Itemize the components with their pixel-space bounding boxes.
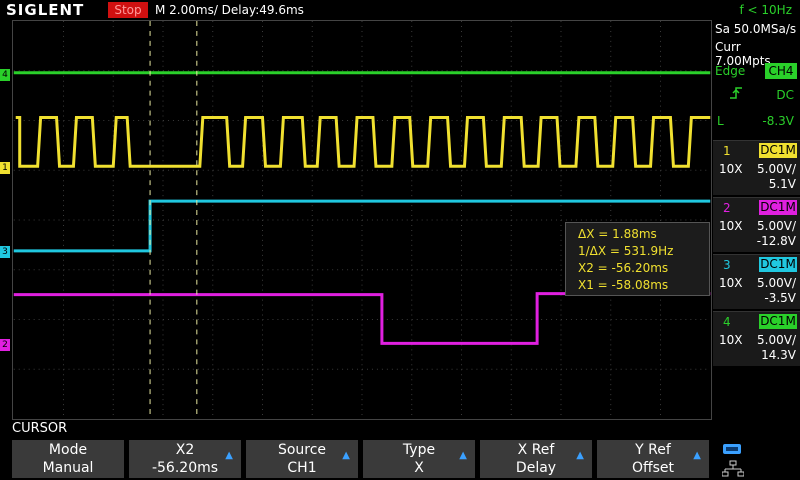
status-icons [718,440,798,480]
trigger-level: -8.3V [762,114,794,128]
up-arrow-icon: ▲ [693,450,701,461]
softkey-label: Y Ref [635,442,671,458]
channel-number: 3 [723,258,731,272]
softkey-x2[interactable]: X2 -56.20ms ▲ [129,440,243,478]
trigger-type: Edge [715,64,746,78]
softkey-bar: Mode Manual X2 -56.20ms ▲ Source CH1 ▲ T… [12,440,712,480]
delta-x-readout: ΔX = 1.88ms [578,227,657,241]
channel-scale: 5.00V/ [757,333,796,347]
softkey-value: Offset [631,460,675,476]
channel-coupling-badge: DC1M [759,257,797,272]
menu-title: CURSOR [12,421,68,436]
softkey-value: CH1 [287,460,317,476]
up-arrow-icon: ▲ [576,450,584,461]
ch1-marker[interactable]: 1 [0,162,10,174]
channel-probe: 10X [719,333,743,347]
trigger-source-badge[interactable]: CH4 [765,63,797,79]
softkey-label: Mode [48,442,88,458]
ch2-waveform [13,292,711,345]
softkey-source[interactable]: Source CH1 ▲ [246,440,360,478]
x1-readout: X1 = -58.08ms [578,278,669,292]
x2-readout: X2 = -56.20ms [578,261,669,275]
waveform-display[interactable] [12,20,712,420]
channel-probe: 10X [719,219,743,233]
channel-scale: 5.00V/ [757,276,796,290]
softkey-value: Manual [42,460,94,476]
brand-logo: SIGLENT [6,1,85,19]
inverse-delta-x-readout: 1/ΔX = 531.9Hz [578,244,674,258]
softkey-label: Source [277,442,327,458]
softkey-label: Type [402,442,436,458]
softkey-value: X [414,460,424,476]
channel-3-info[interactable]: 3 DC1M 10X 5.00V/ -3.5V [713,254,800,309]
ch2-marker[interactable]: 2 [0,339,10,351]
softkey-value: Delay [515,460,557,476]
cursor-readout-box: ΔX = 1.88ms 1/ΔX = 531.9Hz X2 = -56.20ms… [565,222,710,296]
softkey-label: X Ref [517,442,555,458]
network-icon [722,460,744,477]
top-status-bar: SIGLENT Stop M 2.00ms/ Delay:49.6ms f < … [0,0,800,20]
channel-number: 4 [723,315,731,329]
softkey-x-ref[interactable]: X Ref Delay ▲ [480,440,594,478]
trigger-coupling: DC [776,88,794,102]
trigger-level-label: L [717,114,724,128]
softkey-mode[interactable]: Mode Manual [12,440,126,478]
channel-offset: 14.3V [761,348,796,362]
ch4-marker[interactable]: 4 [0,69,10,81]
channel-scale: 5.00V/ [757,162,796,176]
channel-coupling-badge: DC1M [759,200,797,215]
frequency-counter: f < 10Hz [739,3,793,17]
ch1-waveform [15,116,711,168]
channel-offset: 5.1V [768,177,796,191]
channel-scale: 5.00V/ [757,219,796,233]
channel-offset: -3.5V [764,291,796,305]
channel-2-info[interactable]: 2 DC1M 10X 5.00V/ -12.8V [713,197,800,252]
graticule [13,21,711,419]
run-state-badge[interactable]: Stop [108,2,148,18]
up-arrow-icon: ▲ [225,450,233,461]
softkey-type[interactable]: Type X ▲ [363,440,477,478]
softkey-label: X2 [175,442,195,458]
up-arrow-icon: ▲ [342,450,350,461]
channel-number: 2 [723,201,731,215]
softkey-y-ref[interactable]: Y Ref Offset ▲ [597,440,711,478]
channel-1-info[interactable]: 1 DC1M 10X 5.00V/ 5.1V [713,140,800,195]
channel-probe: 10X [719,162,743,176]
sample-rate: Sa 50.0MSa/s [715,22,797,36]
channel-4-info[interactable]: 4 DC1M 10X 5.00V/ 14.3V [713,311,800,366]
channel-probe: 10X [719,276,743,290]
usb-icon [723,444,741,454]
softkey-value: -56.20ms [151,460,219,476]
up-arrow-icon: ▲ [459,450,467,461]
channel-coupling-badge: DC1M [759,314,797,329]
channel-coupling-badge: DC1M [759,143,797,158]
timebase-readout: M 2.00ms/ Delay:49.6ms [155,3,304,17]
right-info-panel: Sa 50.0MSa/s Curr 7.00Mpts Edge CH4 DC L… [713,20,800,420]
rising-edge-icon [730,87,742,99]
channel-offset: -12.8V [756,234,796,248]
channel-number: 1 [723,144,731,158]
ch3-marker[interactable]: 3 [0,246,10,258]
